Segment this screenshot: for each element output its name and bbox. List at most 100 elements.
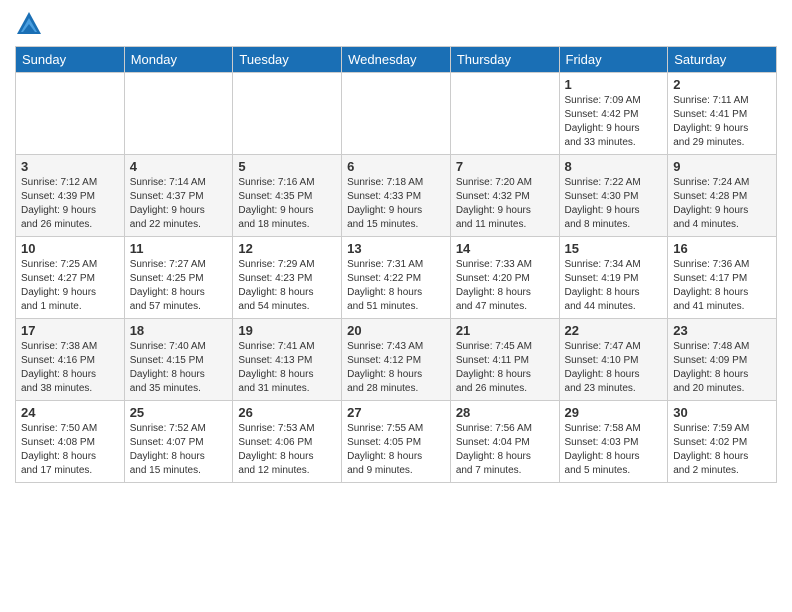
day-info: Sunrise: 7:33 AM Sunset: 4:20 PM Dayligh… xyxy=(456,258,554,314)
calendar-cell: 30 Sunrise: 7:59 AM Sunset: 4:02 PM Dayli… xyxy=(668,401,777,483)
calendar-weekday-header: Wednesday xyxy=(342,47,451,73)
day-number: 6 xyxy=(347,159,445,174)
calendar-cell: 21 Sunrise: 7:45 AM Sunset: 4:11 PM Dayli… xyxy=(450,319,559,401)
page-container: SundayMondayTuesdayWednesdayThursdayFrid… xyxy=(0,0,792,493)
day-info: Sunrise: 7:22 AM Sunset: 4:30 PM Dayligh… xyxy=(565,176,663,232)
day-info: Sunrise: 7:55 AM Sunset: 4:05 PM Dayligh… xyxy=(347,422,445,478)
day-number: 10 xyxy=(21,241,119,256)
calendar-cell: 5Sunrise: 7:16 AM Sunset: 4:35 PM Daylig… xyxy=(233,155,342,237)
calendar-cell: 26Sunrise: 7:53 AM Sunset: 4:06 PM Dayli… xyxy=(233,401,342,483)
day-info: Sunrise: 7:20 AM Sunset: 4:32 PM Dayligh… xyxy=(456,176,554,232)
day-info: Sunrise: 7:36 AM Sunset: 4:17 PM Dayligh… xyxy=(673,258,771,314)
day-number: 25 xyxy=(130,405,228,420)
day-number: 21 xyxy=(456,323,554,338)
day-number: 9 xyxy=(673,159,771,174)
day-info: Sunrise: 7:43 AM Sunset: 4:12 PM Dayligh… xyxy=(347,340,445,396)
calendar-cell: 23Sunrise: 7:48 AM Sunset: 4:09 PM Dayli… xyxy=(668,319,777,401)
day-number: 28 xyxy=(456,405,554,420)
day-info: Sunrise: 7:45 AM Sunset: 4:11 PM Dayligh… xyxy=(456,340,554,396)
day-info: Sunrise: 7:18 AM Sunset: 4:33 PM Dayligh… xyxy=(347,176,445,232)
calendar-cell: 9Sunrise: 7:24 AM Sunset: 4:28 PM Daylig… xyxy=(668,155,777,237)
calendar-cell xyxy=(124,73,233,155)
logo-icon xyxy=(15,10,43,38)
calendar-cell: 10 Sunrise: 7:25 AM Sunset: 4:27 PM Dayli… xyxy=(16,237,125,319)
day-number: 29 xyxy=(565,405,663,420)
calendar-week-row: 3 Sunrise: 7:12 AM Sunset: 4:39 PM Daylig… xyxy=(16,155,777,237)
calendar-cell: 25 Sunrise: 7:52 AM Sunset: 4:07 PM Dayli… xyxy=(124,401,233,483)
day-info: Sunrise: 7:40 AM Sunset: 4:15 PM Dayligh… xyxy=(130,340,228,396)
calendar-cell: 1 Sunrise: 7:09 AM Sunset: 4:42 PM Daylig… xyxy=(559,73,668,155)
day-info: Sunrise: 7:52 AM Sunset: 4:07 PM Dayligh… xyxy=(130,422,228,478)
calendar-header-row: SundayMondayTuesdayWednesdayThursdayFrid… xyxy=(16,47,777,73)
day-number: 12 xyxy=(238,241,336,256)
calendar-cell: 19 Sunrise: 7:41 AM Sunset: 4:13 PM Dayli… xyxy=(233,319,342,401)
day-info: Sunrise: 7:14 AM Sunset: 4:37 PM Dayligh… xyxy=(130,176,228,232)
calendar-cell: 3 Sunrise: 7:12 AM Sunset: 4:39 PM Daylig… xyxy=(16,155,125,237)
calendar-cell xyxy=(233,73,342,155)
calendar-cell: 2 Sunrise: 7:11 AM Sunset: 4:41 PM Daylig… xyxy=(668,73,777,155)
day-number: 15 xyxy=(565,241,663,256)
calendar-cell: 14 Sunrise: 7:33 AM Sunset: 4:20 PM Dayli… xyxy=(450,237,559,319)
calendar-weekday-header: Tuesday xyxy=(233,47,342,73)
calendar-weekday-header: Monday xyxy=(124,47,233,73)
calendar-cell: 20 Sunrise: 7:43 AM Sunset: 4:12 PM Dayli… xyxy=(342,319,451,401)
day-number: 14 xyxy=(456,241,554,256)
calendar-week-row: 17 Sunrise: 7:38 AM Sunset: 4:16 PM Dayli… xyxy=(16,319,777,401)
calendar-week-row: 24 Sunrise: 7:50 AM Sunset: 4:08 PM Dayli… xyxy=(16,401,777,483)
calendar-cell xyxy=(450,73,559,155)
day-info: Sunrise: 7:34 AM Sunset: 4:19 PM Dayligh… xyxy=(565,258,663,314)
day-number: 8 xyxy=(565,159,663,174)
day-number: 19 xyxy=(238,323,336,338)
day-info: Sunrise: 7:11 AM Sunset: 4:41 PM Dayligh… xyxy=(673,94,771,150)
page-header xyxy=(15,10,777,38)
day-number: 20 xyxy=(347,323,445,338)
day-info: Sunrise: 7:47 AM Sunset: 4:10 PM Dayligh… xyxy=(565,340,663,396)
day-number: 1 xyxy=(565,77,663,92)
day-info: Sunrise: 7:58 AM Sunset: 4:03 PM Dayligh… xyxy=(565,422,663,478)
calendar-weekday-header: Sunday xyxy=(16,47,125,73)
day-number: 7 xyxy=(456,159,554,174)
day-info: Sunrise: 7:16 AM Sunset: 4:35 PM Dayligh… xyxy=(238,176,336,232)
calendar-cell: 28 Sunrise: 7:56 AM Sunset: 4:04 PM Dayli… xyxy=(450,401,559,483)
day-info: Sunrise: 7:27 AM Sunset: 4:25 PM Dayligh… xyxy=(130,258,228,314)
calendar-cell xyxy=(342,73,451,155)
calendar-week-row: 1 Sunrise: 7:09 AM Sunset: 4:42 PM Daylig… xyxy=(16,73,777,155)
day-info: Sunrise: 7:31 AM Sunset: 4:22 PM Dayligh… xyxy=(347,258,445,314)
calendar-cell: 13Sunrise: 7:31 AM Sunset: 4:22 PM Dayli… xyxy=(342,237,451,319)
day-number: 2 xyxy=(673,77,771,92)
day-info: Sunrise: 7:09 AM Sunset: 4:42 PM Dayligh… xyxy=(565,94,663,150)
calendar-cell: 8 Sunrise: 7:22 AM Sunset: 4:30 PM Daylig… xyxy=(559,155,668,237)
day-number: 11 xyxy=(130,241,228,256)
calendar-cell: 24 Sunrise: 7:50 AM Sunset: 4:08 PM Dayli… xyxy=(16,401,125,483)
day-number: 17 xyxy=(21,323,119,338)
calendar-cell: 17 Sunrise: 7:38 AM Sunset: 4:16 PM Dayli… xyxy=(16,319,125,401)
calendar-table: SundayMondayTuesdayWednesdayThursdayFrid… xyxy=(15,46,777,483)
calendar-cell xyxy=(16,73,125,155)
calendar-weekday-header: Saturday xyxy=(668,47,777,73)
day-info: Sunrise: 7:59 AM Sunset: 4:02 PM Dayligh… xyxy=(673,422,771,478)
day-info: Sunrise: 7:50 AM Sunset: 4:08 PM Dayligh… xyxy=(21,422,119,478)
day-number: 27 xyxy=(347,405,445,420)
calendar-week-row: 10 Sunrise: 7:25 AM Sunset: 4:27 PM Dayli… xyxy=(16,237,777,319)
day-number: 30 xyxy=(673,405,771,420)
day-info: Sunrise: 7:25 AM Sunset: 4:27 PM Dayligh… xyxy=(21,258,119,314)
day-info: Sunrise: 7:56 AM Sunset: 4:04 PM Dayligh… xyxy=(456,422,554,478)
calendar-cell: 16 Sunrise: 7:36 AM Sunset: 4:17 PM Dayli… xyxy=(668,237,777,319)
day-number: 26 xyxy=(238,405,336,420)
calendar-cell: 6 Sunrise: 7:18 AM Sunset: 4:33 PM Daylig… xyxy=(342,155,451,237)
calendar-cell: 29 Sunrise: 7:58 AM Sunset: 4:03 PM Dayli… xyxy=(559,401,668,483)
day-info: Sunrise: 7:38 AM Sunset: 4:16 PM Dayligh… xyxy=(21,340,119,396)
calendar-cell: 12 Sunrise: 7:29 AM Sunset: 4:23 PM Dayli… xyxy=(233,237,342,319)
day-info: Sunrise: 7:41 AM Sunset: 4:13 PM Dayligh… xyxy=(238,340,336,396)
calendar-weekday-header: Thursday xyxy=(450,47,559,73)
day-number: 22 xyxy=(565,323,663,338)
day-info: Sunrise: 7:29 AM Sunset: 4:23 PM Dayligh… xyxy=(238,258,336,314)
day-number: 24 xyxy=(21,405,119,420)
day-number: 18 xyxy=(130,323,228,338)
calendar-cell: 27 Sunrise: 7:55 AM Sunset: 4:05 PM Dayli… xyxy=(342,401,451,483)
day-info: Sunrise: 7:12 AM Sunset: 4:39 PM Dayligh… xyxy=(21,176,119,232)
day-number: 4 xyxy=(130,159,228,174)
day-number: 3 xyxy=(21,159,119,174)
calendar-cell: 18 Sunrise: 7:40 AM Sunset: 4:15 PM Dayli… xyxy=(124,319,233,401)
day-number: 16 xyxy=(673,241,771,256)
